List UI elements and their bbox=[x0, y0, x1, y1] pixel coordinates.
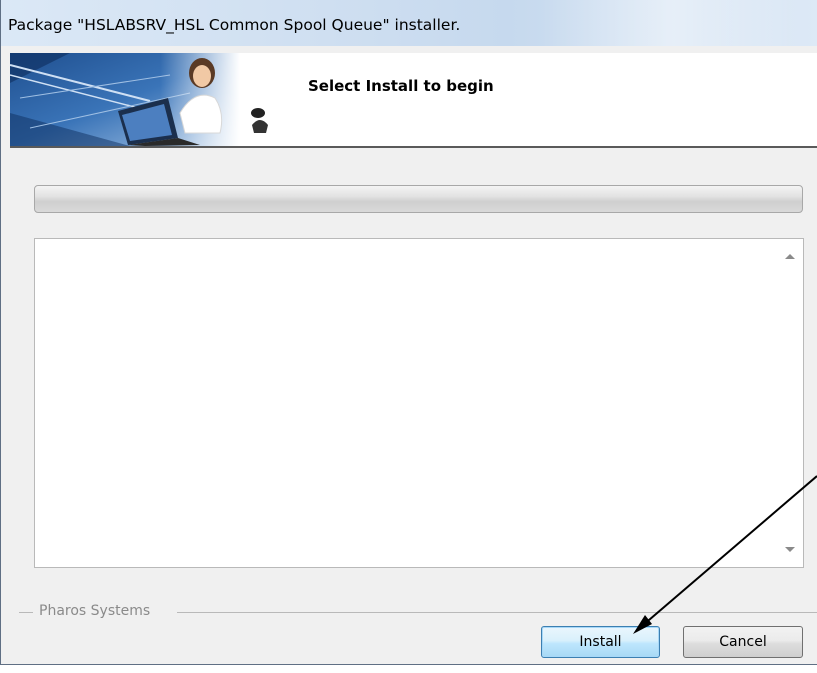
group-divider-left bbox=[19, 612, 33, 613]
window-title: Package "HSLABSRV_HSL Common Spool Queue… bbox=[8, 16, 461, 34]
group-label-pharos: Pharos Systems bbox=[39, 603, 151, 619]
header-banner: Select Install to begin bbox=[10, 53, 817, 148]
scroll-up-arrow-icon[interactable] bbox=[785, 254, 795, 259]
title-bar[interactable]: Package "HSLABSRV_HSL Common Spool Queue… bbox=[1, 0, 817, 46]
group-divider-right bbox=[177, 612, 817, 613]
screenshot-page: Package "HSLABSRV_HSL Common Spool Queue… bbox=[0, 0, 817, 673]
banner-illustration bbox=[10, 53, 268, 146]
scroll-down-arrow-icon[interactable] bbox=[785, 547, 795, 552]
vertical-scrollbar[interactable] bbox=[777, 239, 803, 567]
cancel-button[interactable]: Cancel bbox=[683, 626, 803, 658]
install-progress-bar bbox=[34, 185, 803, 213]
installer-window: Package "HSLABSRV_HSL Common Spool Queue… bbox=[0, 0, 817, 665]
title-bar-glare bbox=[541, 0, 801, 46]
banner-heading: Select Install to begin bbox=[308, 77, 494, 95]
install-button[interactable]: Install bbox=[541, 626, 660, 658]
install-log-textarea[interactable] bbox=[34, 238, 804, 568]
